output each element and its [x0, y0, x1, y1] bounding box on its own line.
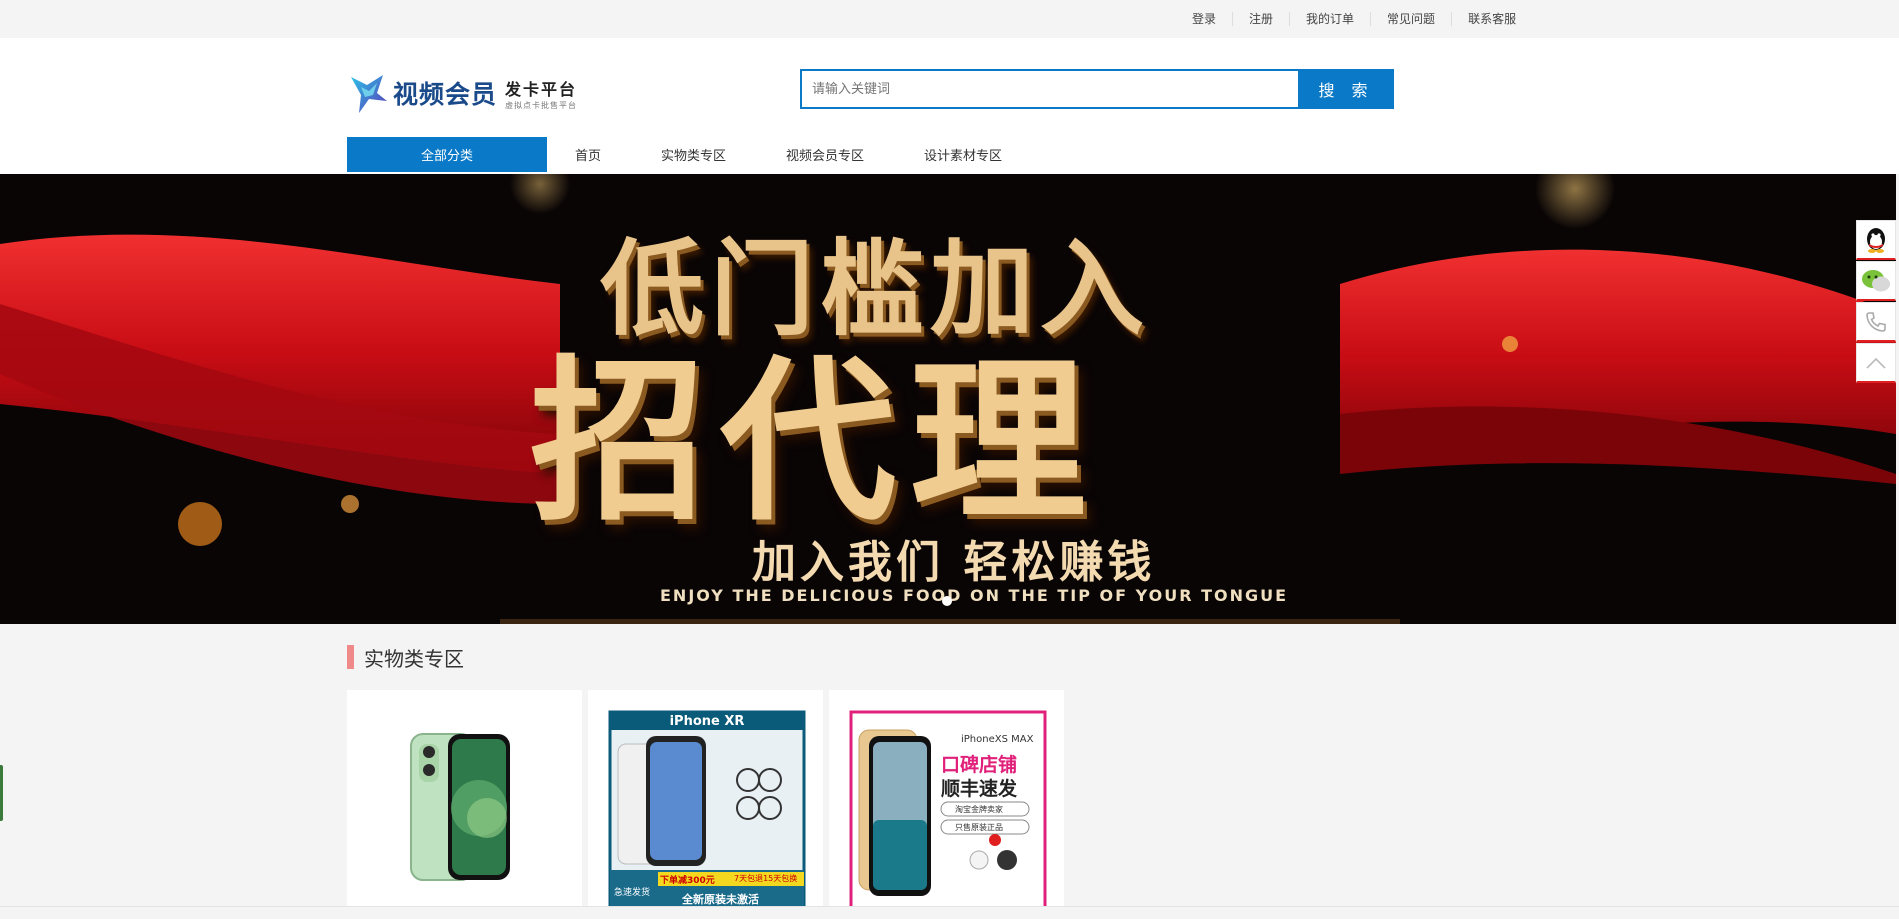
browser-status-bar [0, 906, 1899, 919]
my-orders-link[interactable]: 我的订单 [1289, 12, 1370, 26]
banner-pagination-dot[interactable] [942, 596, 952, 606]
top-links: 登录 注册 我的订单 常见问题 联系客服 [1176, 0, 1532, 38]
contact-service-link[interactable]: 联系客服 [1451, 12, 1532, 26]
login-link[interactable]: 登录 [1176, 12, 1232, 26]
product-list: iPhone XR 急速发货 下单减300元 7天包退15天包换 全新原装未激活… [347, 690, 1070, 909]
banner-slogan: 加入我们 轻松赚钱 [752, 537, 1156, 588]
nav-item-home[interactable]: 首页 [575, 145, 601, 164]
logo-brand-text: 视频会员 [393, 80, 498, 109]
phone-button[interactable] [1856, 302, 1896, 342]
search-button[interactable]: 搜 索 [1298, 69, 1394, 109]
qq-button[interactable] [1856, 220, 1896, 260]
back-to-top-icon [1866, 357, 1886, 369]
product-xs-badge-1: 淘宝金牌卖家 [955, 805, 1003, 814]
all-categories-button[interactable]: 全部分类 [347, 137, 547, 172]
wechat-button[interactable] [1856, 261, 1896, 301]
product-xr-tag: 急速发货 [614, 888, 651, 898]
banner-english-text: ENJOY THE DELICIOUS FOOD ON THE TIP OF Y… [660, 586, 1289, 605]
left-edge-tab[interactable] [0, 765, 3, 821]
product-xr-promo-1: 下单减300元 [660, 876, 715, 886]
product-xr-promo-3: 全新原装未激活 [682, 893, 759, 906]
product-xs-promo-1: 口碑店铺 [941, 754, 1018, 776]
header: 视频会员 发卡平台 虚拟点卡批售平台 搜 索 全部分类 首页 实物类专区 视频会… [0, 38, 1899, 174]
product-card[interactable] [347, 690, 582, 909]
product-xr-promo-2: 7天包退15天包换 [734, 874, 798, 883]
qq-icon [1867, 227, 1885, 253]
logo-mark-icon [347, 71, 391, 115]
side-float-bar [1856, 220, 1896, 384]
logo-sub-caption: 虚拟点卡批售平台 [505, 100, 578, 110]
site-logo[interactable]: 视频会员 发卡平台 虚拟点卡批售平台 [347, 66, 611, 120]
search-input[interactable] [800, 69, 1298, 109]
banner-headline-2: 招代理 [530, 338, 1101, 545]
logo-sub: 发卡平台 虚拟点卡批售平台 [505, 76, 577, 111]
nav-item-design-material[interactable]: 设计素材专区 [924, 145, 1002, 164]
product-xs-promo-2: 顺丰速发 [941, 778, 1018, 800]
section-heading: 实物类专区 [347, 644, 464, 671]
logo-sub-title: 发卡平台 [505, 79, 578, 99]
section-heading-bar [347, 645, 354, 669]
search-bar: 搜 索 [800, 69, 1394, 109]
product-xs-title: iPhoneXS MAX [961, 734, 1034, 745]
register-link[interactable]: 注册 [1232, 12, 1289, 26]
section-title: 实物类专区 [364, 646, 464, 671]
faq-link[interactable]: 常见问题 [1370, 12, 1451, 26]
top-bar: 登录 注册 我的订单 常见问题 联系客服 [0, 0, 1899, 38]
nav-item-physical[interactable]: 实物类专区 [661, 145, 726, 164]
phone-icon [1866, 311, 1886, 332]
product-xr-title: iPhone XR [669, 713, 745, 729]
nav-item-video-member[interactable]: 视频会员专区 [786, 145, 864, 164]
back-to-top-button[interactable] [1856, 343, 1896, 383]
main-nav: 全部分类 首页 实物类专区 视频会员专区 设计素材专区 [347, 137, 1032, 172]
product-card[interactable]: iPhone XR 急速发货 下单减300元 7天包退15天包换 全新原装未激活 [588, 690, 823, 909]
promo-banner[interactable]: 低门槛加入 招代理 加入我们 轻松赚钱 ENJOY THE DELICIOUS … [0, 174, 1896, 624]
product-image-iphone-12 [410, 733, 510, 881]
product-xs-badge-2: 只售原装正品 [955, 823, 1003, 832]
wechat-icon [1862, 269, 1890, 291]
product-card[interactable]: iPhoneXS MAX 口碑店铺 顺丰速发 淘宝金牌卖家 只售原装正品 [829, 690, 1064, 909]
